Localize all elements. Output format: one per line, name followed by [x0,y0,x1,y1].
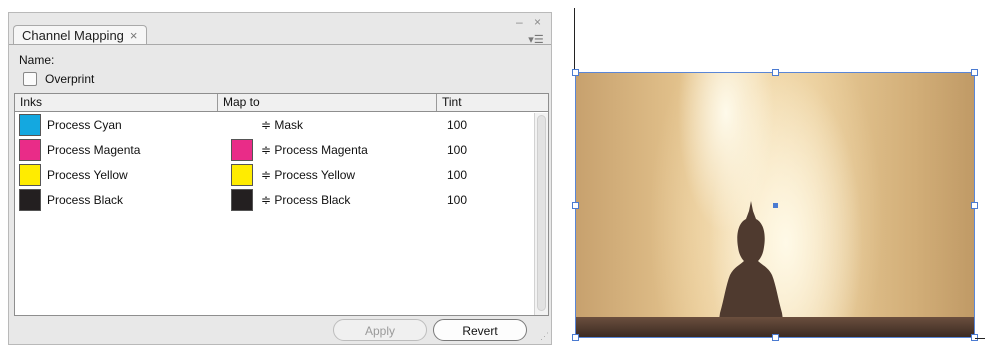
column-header-map-to[interactable]: Map to [218,94,437,111]
apply-button[interactable]: Apply [333,319,427,341]
close-tab-icon[interactable]: × [130,28,138,43]
ink-name: Process Cyan [47,118,122,132]
table-header: Inks Map to Tint [15,94,548,112]
resize-handle[interactable] [772,69,779,76]
placed-image-frame[interactable] [572,69,978,341]
map-to-dropdown[interactable]: ≑ Process Yellow [261,168,355,182]
resize-handle[interactable] [572,202,579,209]
revert-button[interactable]: Revert [433,319,527,341]
ink-name: Process Black [47,193,124,207]
map-to-dropdown[interactable]: ≑ Process Black [261,193,350,207]
tint-value[interactable]: 100 [447,168,467,182]
tint-value[interactable]: 100 [447,143,467,157]
ink-swatch [19,164,41,186]
resize-handle[interactable] [572,69,579,76]
scrollbar-thumb[interactable] [537,115,546,311]
channel-table: Inks Map to Tint Process Cyan ≑ Mask 100… [14,93,549,316]
ink-swatch [19,189,41,211]
table-scrollbar[interactable] [534,113,548,315]
ink-name: Process Yellow [47,168,128,182]
resize-handle[interactable] [971,69,978,76]
table-row[interactable]: Process Cyan ≑ Mask 100 [15,114,525,136]
tab-channel-mapping[interactable]: Channel Mapping × [13,25,147,45]
resize-handle[interactable] [971,202,978,209]
table-row[interactable]: Process Black ≑ Process Black 100 [15,189,525,211]
center-point[interactable] [773,203,778,208]
map-swatch [231,139,253,161]
tint-value[interactable]: 100 [447,118,467,132]
table-row[interactable]: Process Magenta ≑ Process Magenta 100 [15,139,525,161]
ink-swatch [19,114,41,136]
map-to-dropdown[interactable]: ≑ Process Magenta [261,143,368,157]
resize-handle[interactable] [572,334,579,341]
column-header-inks[interactable]: Inks [15,94,218,111]
ink-swatch [19,139,41,161]
map-swatch [231,164,253,186]
table-row[interactable]: Process Yellow ≑ Process Yellow 100 [15,164,525,186]
ink-name: Process Magenta [47,143,141,157]
name-label: Name: [19,53,55,67]
resize-handle[interactable] [772,334,779,341]
map-to-dropdown[interactable]: ≑ Mask [261,118,303,132]
tab-label: Channel Mapping [22,28,124,43]
tab-divider [9,44,551,45]
panel-window-controls[interactable]: – × [516,15,545,29]
map-swatch [231,189,253,211]
overprint-checkbox[interactable] [23,72,37,86]
guide-line [975,338,985,339]
guide-line [574,8,575,72]
table-body: Process Cyan ≑ Mask 100 Process Magenta … [15,112,548,315]
channel-mapping-panel: – × ▾☰ Channel Mapping × Name: Overprint… [8,12,552,345]
column-header-tint[interactable]: Tint [437,94,548,111]
resize-grip-icon[interactable]: ⋰ [540,331,549,342]
overprint-option[interactable]: Overprint [23,72,94,86]
overprint-label: Overprint [45,72,95,86]
tint-value[interactable]: 100 [447,193,467,207]
